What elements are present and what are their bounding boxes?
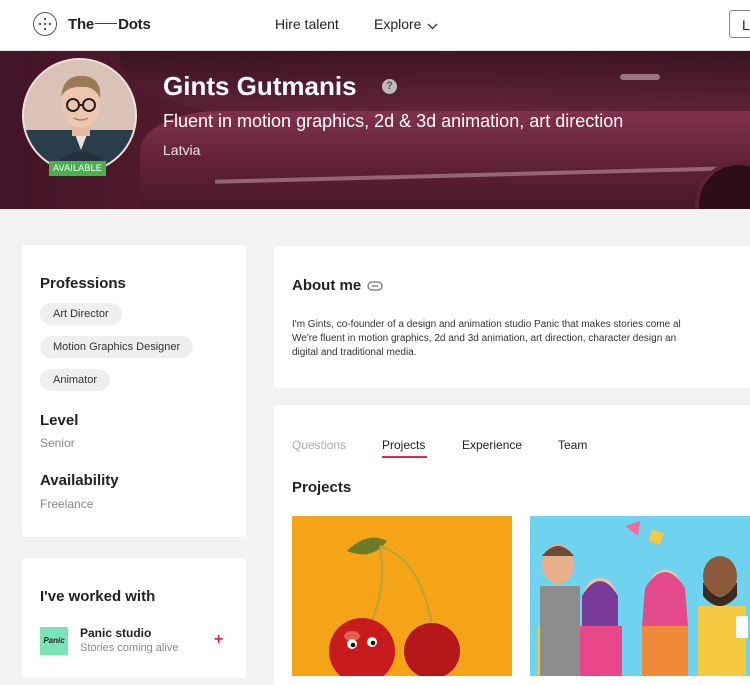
tab-experience[interactable]: Experience: [462, 438, 522, 452]
availability-badge: AVAILABLE: [49, 161, 106, 176]
profile-name: Gints Gutmanis: [163, 71, 357, 101]
worked-with-title: I've worked with: [40, 588, 156, 605]
about-line: digital and traditional media.: [292, 347, 417, 358]
company-logo[interactable]: Panic: [40, 627, 68, 655]
plus-icon[interactable]: +: [214, 631, 223, 649]
logo-wordmark[interactable]: The Dots: [68, 16, 151, 33]
active-tab-indicator: [382, 456, 427, 458]
worked-with-card: [22, 558, 246, 678]
company-name[interactable]: Panic studio: [80, 626, 151, 640]
level-value: Senior: [40, 436, 75, 450]
about-card: [274, 246, 750, 388]
project-thumbnail-characters[interactable]: [530, 516, 750, 676]
profile-location: Latvia: [163, 142, 201, 158]
profession-chip[interactable]: Motion Graphics Designer: [40, 336, 194, 358]
company-subtitle: Stories coming alive: [80, 642, 179, 654]
profile-tagline: Fluent in motion graphics, 2d & 3d anima…: [163, 111, 624, 131]
availability-value: Freelance: [40, 497, 94, 511]
logo-text-left: The: [68, 16, 95, 33]
availability-title: Availability: [40, 472, 119, 489]
about-line: We're fluent in motion graphics, 2d and …: [292, 333, 677, 344]
tab-questions[interactable]: Questions: [292, 438, 346, 452]
nav-hire-talent[interactable]: Hire talent: [275, 16, 339, 32]
chevron-down-icon: [427, 17, 438, 33]
logo-dash: [95, 23, 118, 25]
help-icon[interactable]: ?: [382, 79, 397, 94]
nav-explore[interactable]: Explore: [374, 16, 438, 33]
avatar: [22, 58, 137, 173]
project-thumbnail-cherries[interactable]: [292, 516, 512, 676]
tab-team[interactable]: Team: [558, 438, 587, 452]
login-button[interactable]: L: [729, 10, 750, 38]
professions-title: Professions: [40, 275, 126, 292]
link-icon[interactable]: [367, 279, 383, 297]
about-title: About me: [292, 277, 362, 294]
level-title: Level: [40, 412, 79, 429]
profession-chip[interactable]: Art Director: [40, 303, 122, 325]
nav-explore-label: Explore: [374, 16, 422, 32]
logo-text-right: Dots: [118, 16, 151, 33]
about-text: I'm Gints, co-founder of a design and an…: [292, 318, 750, 360]
top-navigation: The Dots Hire talent Explore L: [0, 0, 750, 51]
about-line: I'm Gints, co-founder of a design and an…: [292, 319, 681, 330]
tab-projects[interactable]: Projects: [382, 438, 425, 452]
projects-heading: Projects: [292, 479, 352, 496]
profession-chip[interactable]: Animator: [40, 369, 111, 391]
logo-icon[interactable]: [33, 12, 57, 36]
